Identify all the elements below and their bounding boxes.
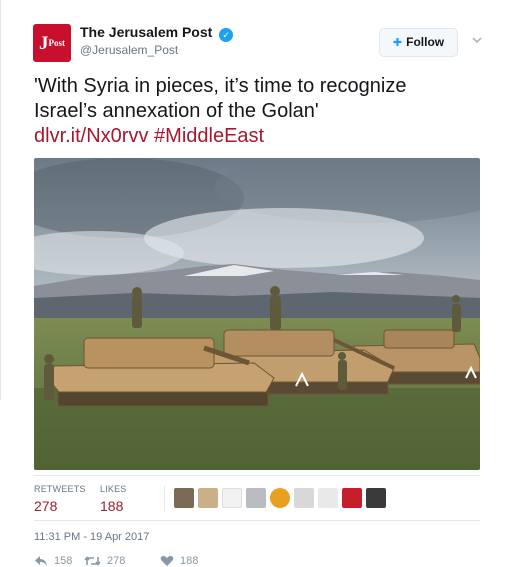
reply-count: 158 [54,555,73,567]
liker-avatar[interactable] [342,488,362,508]
retweet-count: 278 [107,555,126,567]
likes-count: 188 [100,498,124,514]
tanks-photo [34,158,480,470]
retweets-count: 278 [34,498,58,514]
avatar-letter: J [39,33,49,54]
tweet-links: dlvr.it/Nx0rvv #MiddleEast [34,124,494,149]
hashtag-link[interactable]: #MiddleEast [154,125,264,147]
tweet-text: 'With Syria in pieces, it’s time to reco… [34,74,494,149]
account-name[interactable]: The Jerusalem Post [80,24,212,40]
liker-avatar[interactable] [222,488,242,508]
retweets-label: RETWEETS [34,484,86,494]
like-action[interactable]: 188 [160,555,198,567]
add-user-icon: ✚ [392,37,403,49]
tweet-line-1: 'With Syria in pieces, it’s time to reco… [34,75,407,97]
tweet-line-2: Israel’s annexation of the Golan' [34,100,319,122]
account-handle[interactable]: @Jerusalem_Post [80,43,178,57]
verified-badge-icon: ✓ [219,28,234,42]
liker-avatar[interactable] [294,488,314,508]
liker-avatar[interactable] [246,488,266,508]
liker-avatar[interactable] [366,488,386,508]
like-count: 188 [180,555,199,567]
liker-avatar[interactable] [270,488,290,508]
avatar[interactable]: JPost [33,24,71,62]
account-name-row[interactable]: The Jerusalem Post ✓ [80,24,234,42]
tweet-link[interactable]: dlvr.it/Nx0rvv [34,125,148,147]
liker-avatar[interactable] [174,488,194,508]
left-border [0,0,1,400]
follow-label: Follow [406,35,445,49]
liker-avatar[interactable] [198,488,218,508]
stats-separator [164,486,165,512]
retweet-icon [84,556,101,566]
retweet-action[interactable]: 278 [84,555,125,567]
divider-top [34,475,480,476]
tweet-timestamp[interactable]: 11:31 PM - 19 Apr 2017 [34,531,149,543]
heart-icon [160,556,174,566]
avatar-small-text: Post [48,38,66,48]
follow-button[interactable]: ✚ Follow [379,28,458,57]
reply-icon [35,556,47,566]
chevron-down-icon[interactable] [471,34,483,46]
divider-middle [34,520,480,521]
liker-avatar[interactable] [318,488,338,508]
retweets-stat[interactable]: RETWEETS 278 [34,484,86,514]
likes-stat[interactable]: LIKES 188 [100,484,127,514]
reply-action[interactable]: 158 [34,555,72,567]
tweet-header: JPost The Jerusalem Post ✓ @Jerusalem_Po… [33,22,493,62]
likes-label: LIKES [100,484,127,494]
tweet-photo[interactable] [34,158,480,470]
